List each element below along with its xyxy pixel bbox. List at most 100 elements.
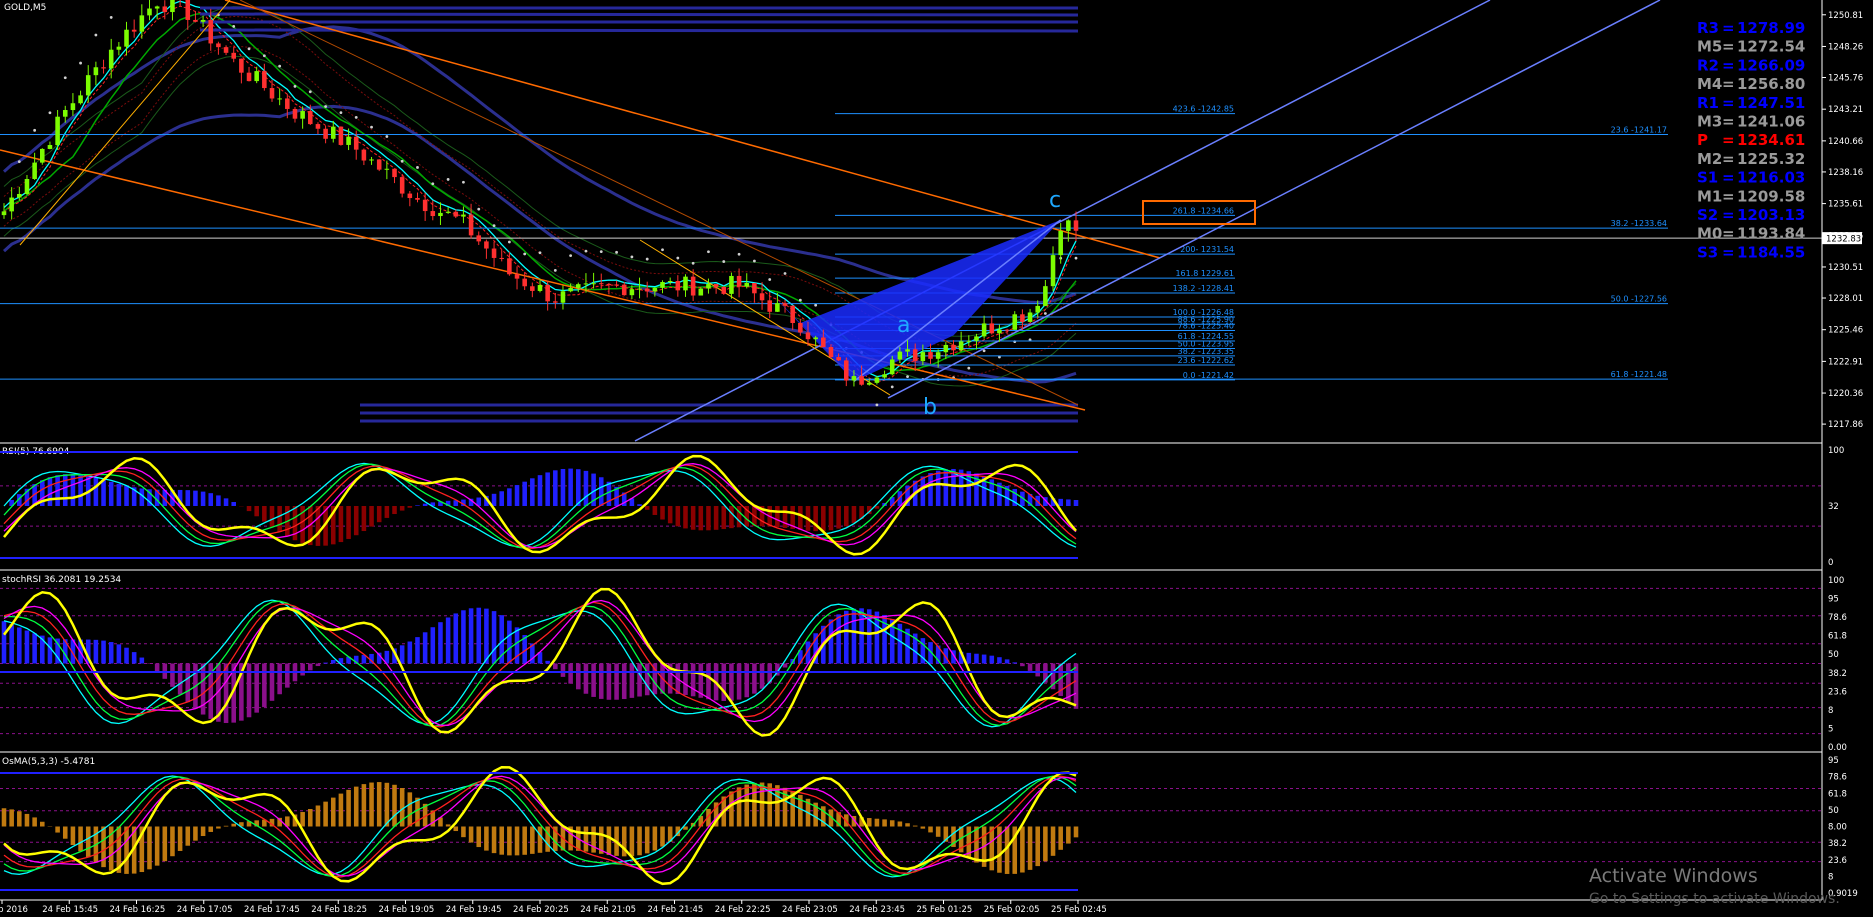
time-tick-label: 24 Feb 21:05 [580,905,636,915]
histogram-bar [315,663,321,667]
histogram-bar [844,610,849,664]
fib-retracement-label: 38.2 -1233.64 [1611,219,1667,228]
candle-body [560,291,566,303]
histogram-bar [644,506,650,510]
histogram-bar [170,826,175,857]
candle-body [1020,314,1025,322]
candle-body [966,340,972,342]
candle-body [40,148,45,163]
candle-body [185,0,191,20]
histogram-bar [736,663,742,700]
histogram-bar [507,826,512,856]
candle-body [690,276,696,296]
pivot-level-name: S1 [1697,169,1718,187]
histogram-bar [1043,826,1048,862]
histogram-bar [269,663,275,701]
histogram-bar [185,826,191,846]
histogram-bar [1073,500,1079,506]
histogram-bar [683,663,688,695]
histogram-bar [17,811,22,827]
sar-dot [523,252,527,256]
pivot-level-equals: = [1722,243,1735,261]
time-tick-label: 24 Feb 21:45 [648,905,704,915]
candle-body [644,288,650,292]
histogram-bar [407,641,413,664]
histogram-bar [1073,826,1079,838]
candle-body [606,283,612,285]
pivot-level-name: M4 [1697,75,1722,93]
candle-body [361,149,367,161]
pattern-label-a: a [897,313,910,338]
histogram-bar [338,506,344,543]
candle-body [338,126,344,145]
candle-body [438,212,443,217]
candle-body [522,278,527,287]
histogram-bar [729,663,734,701]
histogram-bar [866,818,872,827]
histogram-bar [277,663,282,695]
candle-body [17,193,22,198]
sar-dot [753,259,756,263]
histogram-bar [583,826,589,852]
histogram-bar [729,791,734,827]
histogram-bar [530,478,535,506]
histogram-bar [101,826,106,868]
candle-body [974,336,979,341]
candle-body [713,284,719,287]
candle-body [805,332,811,340]
candle-body [989,323,995,334]
candle-body [759,293,765,301]
histogram-bar [200,826,206,837]
candle-body [591,283,596,285]
candle-body [239,58,244,73]
candle-body [499,257,504,259]
histogram-bar [644,663,650,696]
histogram-bar [170,663,175,687]
indicator-tick-label: 0.00 [1828,743,1847,753]
pivot-level-value: 1216.03 [1737,169,1805,187]
candle-body [484,241,489,249]
pivot-level-name: M2 [1697,150,1722,168]
histogram-bar [269,506,275,527]
histogram-bar [644,826,650,854]
indicator-tick-label: 61.8 [1828,789,1847,799]
histogram-bar [974,653,979,664]
histogram-bar [522,826,527,855]
candle-body [85,75,91,96]
histogram-bar [353,786,359,827]
sar-dot [63,76,67,80]
candle-body [882,374,887,378]
time-tick-label: 24 Feb 17:45 [244,905,300,915]
symbol-label: GOLD,M5 [4,3,46,13]
trading-chart[interactable]: 423.6 -1242.85 261.8 -1234.66 200- 1231.54… [0,0,1873,917]
pivot-level-equals: = [1722,187,1735,205]
histogram-bar [422,503,428,506]
histogram-bar [399,645,405,664]
chart-background [0,0,1873,917]
histogram-bar [399,506,405,511]
candle-body [1012,314,1018,330]
histogram-bar [499,491,504,506]
candle-body [943,344,949,353]
histogram-bar [905,823,910,827]
histogram-bar [598,477,604,506]
sar-dot [553,269,557,272]
candle-body [300,111,305,119]
histogram-bar [491,611,497,664]
indicator-tick-label: 8.00 [1828,823,1847,833]
histogram-bar [422,632,428,664]
indicator-tick-label: 8 [1828,706,1833,716]
time-tick-label: 24 Feb 18:25 [311,905,367,915]
histogram-bar [369,506,374,527]
histogram-bar [782,506,788,528]
sar-dot [676,256,680,260]
sar-dot [431,182,435,186]
pivot-level-name: M3 [1697,113,1722,131]
candle-body [629,289,635,296]
histogram-bar [966,652,972,664]
sar-dot [324,105,327,108]
histogram-bar [698,506,704,531]
fib-extension-label: 138.2 -1228.41 [1173,284,1234,293]
candle-body [468,214,474,236]
histogram-bar [828,619,834,664]
